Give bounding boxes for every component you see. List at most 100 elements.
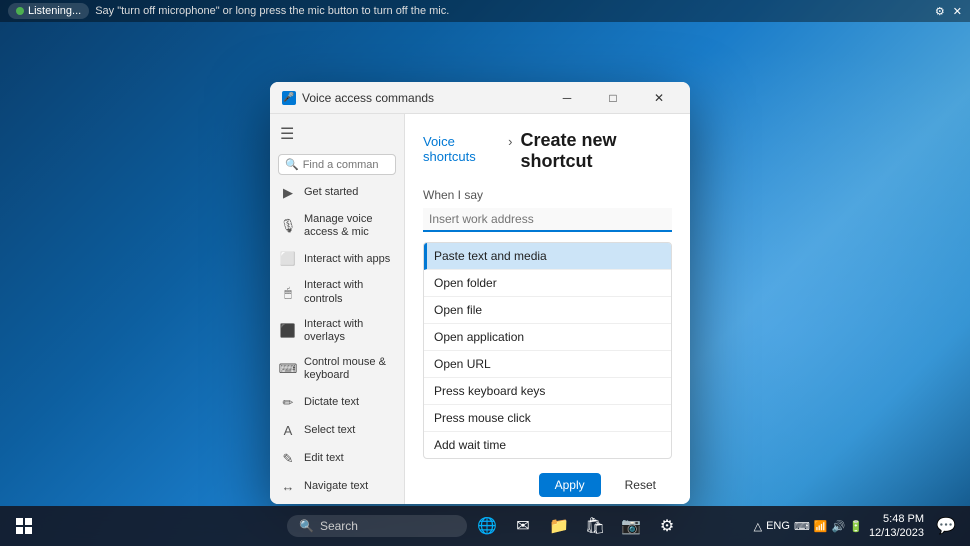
sidebar-icon-1: 🎙 <box>280 218 296 234</box>
top-bar-left: Listening... Say "turn off microphone" o… <box>8 3 449 19</box>
close-button[interactable]: ✕ <box>636 82 682 114</box>
sidebar-icon-4: ⬛ <box>280 323 296 339</box>
dialog-window: 🎤 Voice access commands ─ □ ✕ ☰ 🔍 ▶ Get … <box>270 82 690 504</box>
sidebar-item-dictate-text[interactable]: ✏ Dictate text <box>270 389 404 417</box>
listening-text: Listening... <box>28 5 81 17</box>
sidebar-label-8: Edit text <box>304 452 344 465</box>
action-buttons: Apply Reset <box>423 473 672 497</box>
taskbar-search[interactable]: 🔍 Search <box>287 515 467 537</box>
mic-tip-text: Say "turn off microphone" or long press … <box>95 5 449 17</box>
action-label-1: Open folder <box>434 276 497 290</box>
dialog-title-icon: 🎤 <box>282 91 296 105</box>
clock-date: 12/13/2023 <box>869 526 924 540</box>
tray-up-arrow[interactable]: △ <box>754 520 762 533</box>
sidebar-item-get-started[interactable]: ▶ Get started <box>270 179 404 207</box>
notifications-button[interactable]: 💬 <box>930 510 962 542</box>
sidebar-item-interact-with-overlays[interactable]: ⬛ Interact with overlays <box>270 312 404 350</box>
listening-status: Listening... <box>8 3 89 19</box>
sidebar-item-interact-with-controls[interactable]: 🖱 Interact with controls <box>270 273 404 311</box>
sidebar-item-format-text[interactable]: T Format text <box>270 501 404 505</box>
dialog-title-text: Voice access commands <box>302 91 434 105</box>
sidebar-items: ▶ Get started 🎙 Manage voice access & mi… <box>270 179 404 504</box>
action-item-1[interactable]: Open folder <box>424 270 671 297</box>
when-i-say-label: When I say <box>423 188 672 202</box>
sidebar-icon-6: ✏ <box>280 395 296 411</box>
sidebar-item-interact-with-apps[interactable]: ⬜ Interact with apps <box>270 245 404 273</box>
dialog-title-area: 🎤 Voice access commands <box>282 91 434 105</box>
clock-time: 5:48 PM <box>883 512 924 526</box>
action-label-0: Paste text and media <box>434 249 547 263</box>
taskbar-right: △ ENG ⌨ 📶 🔊 🔋 5:48 PM 12/13/2023 💬 <box>754 510 962 542</box>
action-item-0[interactable]: Paste text and media <box>424 243 671 270</box>
breadcrumb-sep: › <box>508 134 512 149</box>
page-header: Voice shortcuts › Create new shortcut <box>423 130 672 172</box>
sidebar-icon-3: 🖱 <box>280 285 296 301</box>
tray-keyboard[interactable]: ⌨ <box>794 520 810 533</box>
reset-button[interactable]: Reset <box>609 473 672 497</box>
action-item-3[interactable]: Open application <box>424 324 671 351</box>
when-i-say-input[interactable] <box>423 208 672 232</box>
taskbar-mail[interactable]: ✉ <box>507 510 539 542</box>
taskbar-store[interactable]: 🛍 <box>579 510 611 542</box>
close-icon[interactable]: ✕ <box>953 5 962 18</box>
minimize-button[interactable]: ─ <box>544 82 590 114</box>
top-bar-right: ⚙ ✕ <box>935 5 962 18</box>
action-item-2[interactable]: Open file <box>424 297 671 324</box>
top-bar: Listening... Say "turn off microphone" o… <box>0 0 970 22</box>
sidebar-label-4: Interact with overlays <box>304 318 394 344</box>
taskbar-search-text: Search <box>320 519 358 533</box>
taskbar-explorer[interactable]: 📁 <box>543 510 575 542</box>
taskbar-left <box>8 510 40 542</box>
sidebar-icon-2: ⬜ <box>280 251 296 267</box>
sidebar-label-1: Manage voice access & mic <box>304 213 394 239</box>
sidebar-label-2: Interact with apps <box>304 253 390 266</box>
taskbar-photos[interactable]: 📷 <box>615 510 647 542</box>
taskbar-center: 🔍 Search 🌐 ✉ 📁 🛍 📷 ⚙ <box>287 510 683 542</box>
sidebar-item-select-text[interactable]: A Select text <box>270 417 404 445</box>
action-label-4: Open URL <box>434 357 491 371</box>
action-label-6: Press mouse click <box>434 411 531 425</box>
start-button[interactable] <box>8 510 40 542</box>
main-content: Voice shortcuts › Create new shortcut Wh… <box>405 114 690 504</box>
action-item-6[interactable]: Press mouse click <box>424 405 671 432</box>
sidebar-label-5: Control mouse & keyboard <box>304 356 394 382</box>
tray-battery[interactable]: 🔋 <box>849 520 863 533</box>
action-label-2: Open file <box>434 303 482 317</box>
sidebar-icon-8: ✎ <box>280 451 296 467</box>
sidebar-item-navigate-text[interactable]: ↔ Navigate text <box>270 473 404 501</box>
breadcrumb-current: Create new shortcut <box>521 130 672 172</box>
action-label-5: Press keyboard keys <box>434 384 545 398</box>
sidebar: ☰ 🔍 ▶ Get started 🎙 Manage voice access … <box>270 114 405 504</box>
sidebar-item-edit-text[interactable]: ✎ Edit text <box>270 445 404 473</box>
dialog-body: ☰ 🔍 ▶ Get started 🎙 Manage voice access … <box>270 114 690 504</box>
maximize-button[interactable]: □ <box>590 82 636 114</box>
breadcrumb-link[interactable]: Voice shortcuts <box>423 134 500 164</box>
sidebar-icon-5: ⌨ <box>280 361 296 377</box>
sidebar-icon-0: ▶ <box>280 185 296 201</box>
sidebar-item-manage-voice-access--mic[interactable]: 🎙 Manage voice access & mic <box>270 207 404 245</box>
sidebar-item-control-mouse--keyboard[interactable]: ⌨ Control mouse & keyboard <box>270 350 404 388</box>
taskbar: 🔍 Search 🌐 ✉ 📁 🛍 📷 ⚙ △ ENG ⌨ 📶 🔊 🔋 5:48 … <box>0 506 970 546</box>
sidebar-label-3: Interact with controls <box>304 279 394 305</box>
taskbar-search-icon: 🔍 <box>299 519 314 533</box>
action-item-5[interactable]: Press keyboard keys <box>424 378 671 405</box>
hamburger-button[interactable]: ☰ <box>270 118 404 150</box>
search-input[interactable] <box>303 159 378 171</box>
action-item-4[interactable]: Open URL <box>424 351 671 378</box>
action-list: Paste text and media Open folder Open fi… <box>423 242 672 459</box>
tray-wifi[interactable]: 📶 <box>814 520 828 533</box>
taskbar-settings[interactable]: ⚙ <box>651 510 683 542</box>
sidebar-icon-9: ↔ <box>280 479 296 495</box>
action-item-7[interactable]: Add wait time <box>424 432 671 458</box>
apply-button[interactable]: Apply <box>539 473 601 497</box>
action-label-7: Add wait time <box>434 438 506 452</box>
sidebar-search-box[interactable]: 🔍 <box>278 154 396 175</box>
taskbar-clock: 5:48 PM 12/13/2023 <box>869 512 924 541</box>
settings-icon[interactable]: ⚙ <box>935 5 945 18</box>
tray-lang: ENG <box>766 520 790 532</box>
tray-volume[interactable]: 🔊 <box>832 520 846 533</box>
sidebar-label-6: Dictate text <box>304 396 359 409</box>
action-label-3: Open application <box>434 330 524 344</box>
sidebar-label-9: Navigate text <box>304 480 368 493</box>
taskbar-widgets[interactable]: 🌐 <box>471 510 503 542</box>
